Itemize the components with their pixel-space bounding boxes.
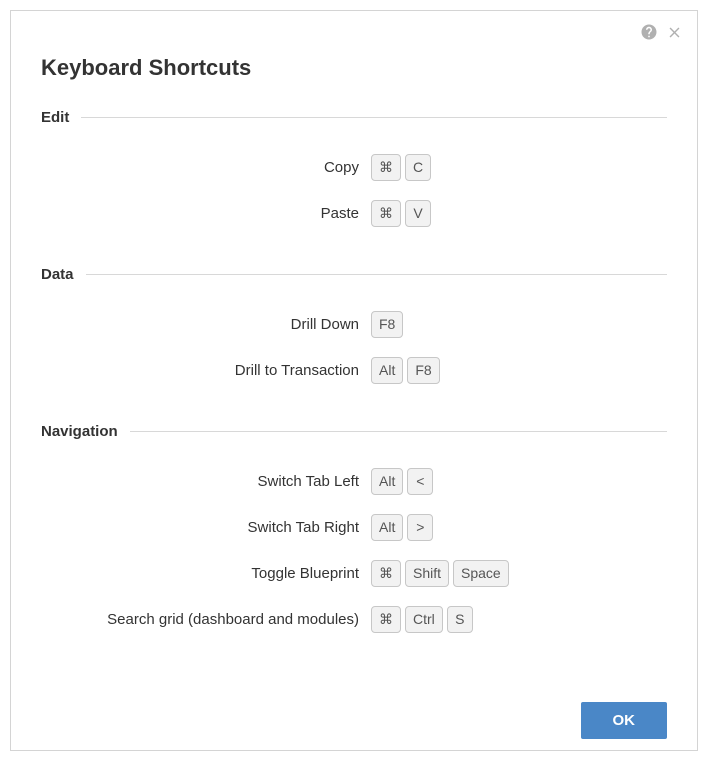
key: Space xyxy=(453,560,509,587)
shortcut-row-drill-down: Drill Down F8 xyxy=(41,309,667,339)
shortcut-keys: Alt F8 xyxy=(371,357,440,384)
shortcut-label: Drill to Transaction xyxy=(41,362,371,379)
section-navigation: Navigation Switch Tab Left Alt < Switch … xyxy=(41,423,667,650)
shortcut-row-search-grid: Search grid (dashboard and modules) ⌘ Ct… xyxy=(41,604,667,634)
shortcut-label: Toggle Blueprint xyxy=(41,565,371,582)
help-icon[interactable] xyxy=(640,23,658,41)
key: F8 xyxy=(407,357,439,384)
section-header: Edit xyxy=(41,109,667,126)
shortcut-label: Paste xyxy=(41,205,371,222)
shortcut-row-switch-tab-left: Switch Tab Left Alt < xyxy=(41,466,667,496)
key: < xyxy=(407,468,433,495)
shortcut-keys: ⌘ Ctrl S xyxy=(371,606,473,633)
shortcut-keys: ⌘ V xyxy=(371,200,431,227)
close-icon[interactable] xyxy=(666,24,683,41)
key: Alt xyxy=(371,357,403,384)
section-rule xyxy=(81,117,667,118)
shortcut-row-paste: Paste ⌘ V xyxy=(41,198,667,228)
key: ⌘ xyxy=(371,560,401,587)
section-rule xyxy=(130,431,667,432)
section-title: Data xyxy=(41,266,86,283)
key: Shift xyxy=(405,560,449,587)
ok-button[interactable]: OK xyxy=(581,702,668,739)
shortcut-label: Search grid (dashboard and modules) xyxy=(41,611,371,628)
section-edit: Edit Copy ⌘ C Paste ⌘ V xyxy=(41,109,667,244)
shortcut-row-toggle-blueprint: Toggle Blueprint ⌘ Shift Space xyxy=(41,558,667,588)
section-title: Edit xyxy=(41,109,81,126)
key: V xyxy=(405,200,431,227)
dialog-footer: OK xyxy=(41,672,667,739)
key: > xyxy=(407,514,433,541)
shortcut-label: Switch Tab Right xyxy=(41,519,371,536)
keyboard-shortcuts-dialog: Keyboard Shortcuts Edit Copy ⌘ C Paste ⌘… xyxy=(10,10,698,751)
dialog-title: Keyboard Shortcuts xyxy=(41,55,667,81)
key: S xyxy=(447,606,473,633)
key: ⌘ xyxy=(371,154,401,181)
key: ⌘ xyxy=(371,606,401,633)
section-data: Data Drill Down F8 Drill to Transaction … xyxy=(41,266,667,401)
key: Alt xyxy=(371,468,403,495)
key: C xyxy=(405,154,431,181)
section-header: Navigation xyxy=(41,423,667,440)
shortcut-keys: ⌘ C xyxy=(371,154,431,181)
shortcut-row-drill-transaction: Drill to Transaction Alt F8 xyxy=(41,355,667,385)
key: Alt xyxy=(371,514,403,541)
shortcut-row-switch-tab-right: Switch Tab Right Alt > xyxy=(41,512,667,542)
shortcut-keys: Alt > xyxy=(371,514,433,541)
shortcut-keys: Alt < xyxy=(371,468,433,495)
shortcut-label: Copy xyxy=(41,159,371,176)
shortcut-label: Switch Tab Left xyxy=(41,473,371,490)
key: F8 xyxy=(371,311,403,338)
shortcut-label: Drill Down xyxy=(41,316,371,333)
key: ⌘ xyxy=(371,200,401,227)
section-header: Data xyxy=(41,266,667,283)
dialog-header-controls xyxy=(640,23,683,41)
shortcut-row-copy: Copy ⌘ C xyxy=(41,152,667,182)
section-rule xyxy=(86,274,667,275)
shortcut-keys: ⌘ Shift Space xyxy=(371,560,509,587)
section-title: Navigation xyxy=(41,423,130,440)
key: Ctrl xyxy=(405,606,443,633)
shortcut-keys: F8 xyxy=(371,311,403,338)
